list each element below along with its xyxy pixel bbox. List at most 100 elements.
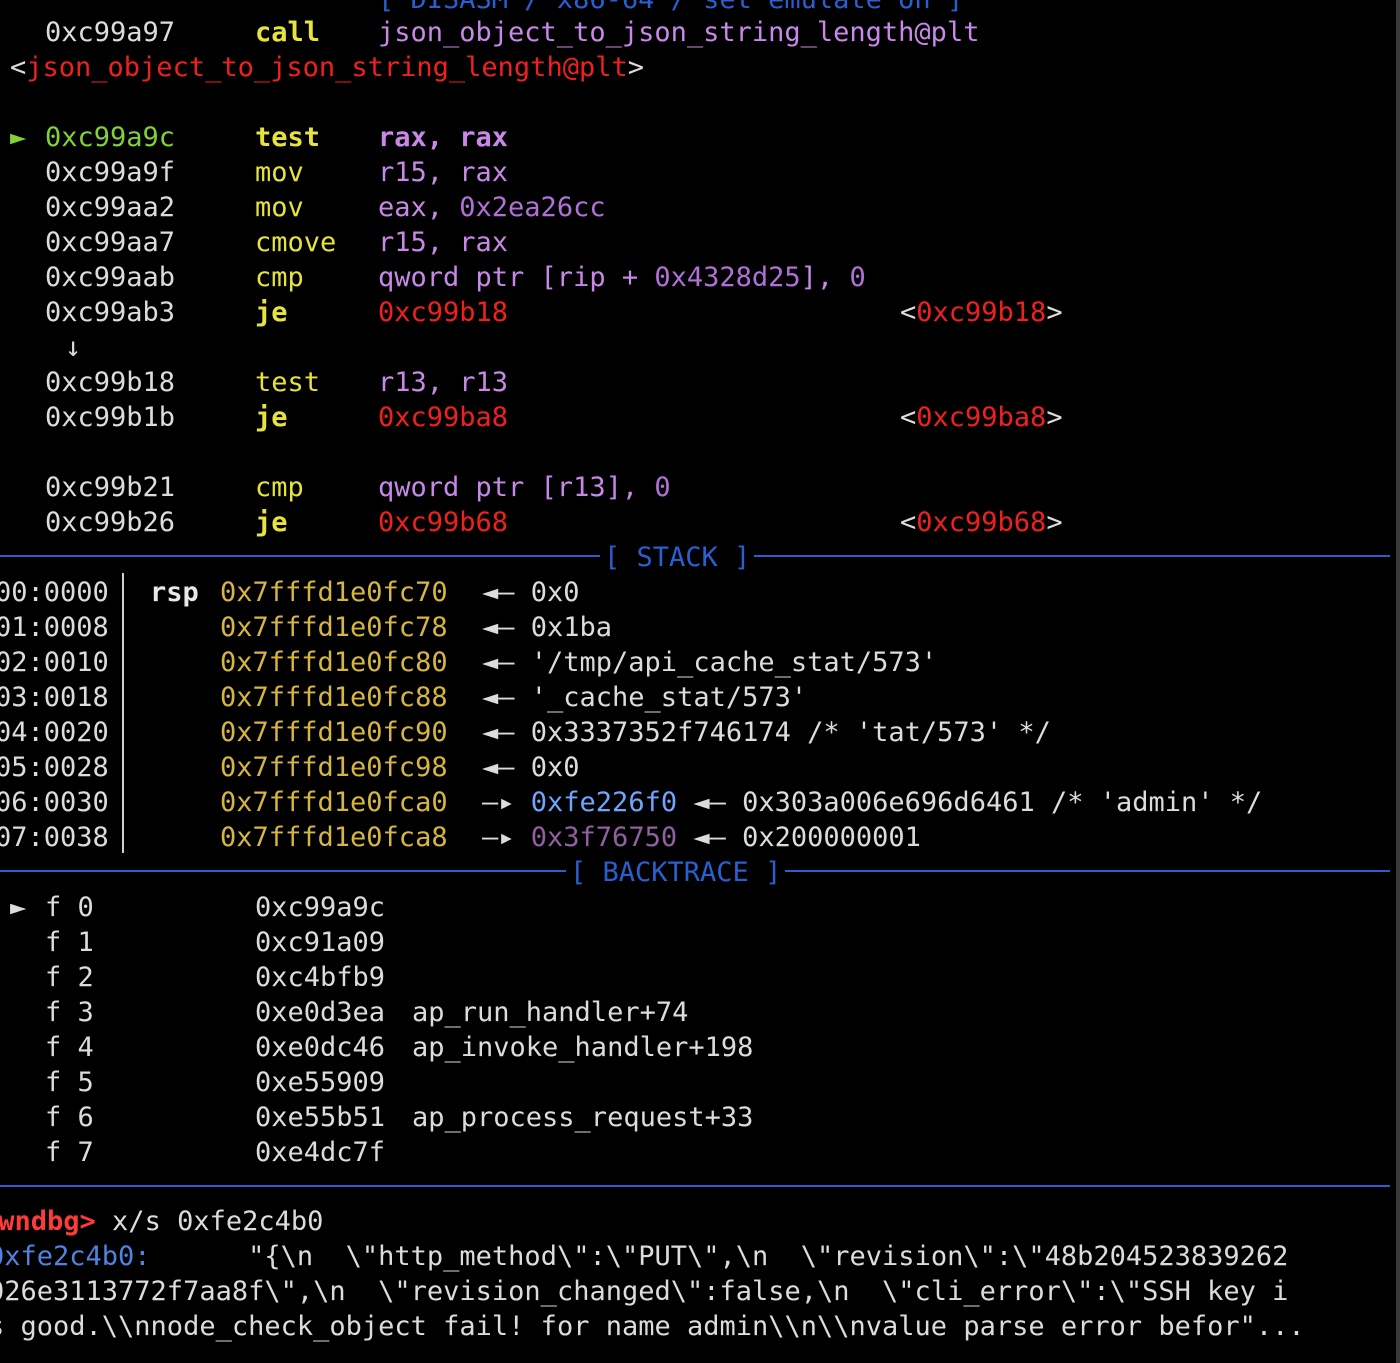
operand-mem-prefix: qword ptr [rip + <box>378 262 655 293</box>
angle-open: < <box>900 402 917 433</box>
backtrace-frame-current[interactable]: ► f 0 0xc99a9c <box>0 890 1390 925</box>
frame-address: 0xc91a09 <box>255 927 386 958</box>
disasm-row[interactable]: 0xc99a9f mov r15, rax <box>0 155 1390 190</box>
frame-address: 0xe55b51 <box>255 1102 386 1133</box>
frame-address: 0xe0d3ea <box>255 997 386 1028</box>
instr-address: 0xc99aa7 <box>45 227 176 258</box>
frame-address: 0xe4dc7f <box>255 1137 386 1168</box>
stack-row[interactable]: 06:0030 0x7fffd1e0fca0 —▸ 0xfe226f0 ◄— 0… <box>0 785 1390 820</box>
frame-symbol: ap_invoke_handler+198 <box>412 1032 754 1063</box>
frame-number: f 1 <box>45 927 94 958</box>
stack-address: 0x7fffd1e0fc98 <box>220 752 448 783</box>
scrollbar[interactable] <box>1396 0 1400 1363</box>
stack-row[interactable]: 07:0038 0x7fffd1e0fca8 —▸ 0x3f76750 ◄— 0… <box>0 820 1390 855</box>
stack-offset: 06:0030 <box>0 787 109 818</box>
instr-mnemonic: je <box>255 507 288 538</box>
console-command[interactable]: x/s 0xfe2c4b0 <box>96 1206 323 1237</box>
console-divider <box>0 1185 1390 1187</box>
disasm-row[interactable]: 0xc99b1b je 0xc99ba8 <0xc99ba8> <box>0 400 1390 435</box>
stack-value: ◄— 0x0 <box>482 752 580 783</box>
frame-address: 0xc99a9c <box>255 892 386 923</box>
disasm-row-current[interactable]: ► 0xc99a9c test rax, rax <box>0 120 1390 155</box>
disasm-row[interactable]: 0xc99aa2 mov eax, 0x2ea26cc <box>0 190 1390 225</box>
operand-register: eax, <box>378 192 460 223</box>
instr-address: 0xc99b18 <box>45 367 176 398</box>
disasm-row[interactable]: 0xc99b26 je 0xc99b68 <0xc99b68> <box>0 505 1390 540</box>
backtrace-frame[interactable]: f 1 0xc91a09 <box>0 925 1390 960</box>
operand-mem: qword ptr [r13], <box>378 472 655 503</box>
stack-address: 0x7fffd1e0fc88 <box>220 682 448 713</box>
angle-open: < <box>10 52 27 83</box>
backtrace-frame[interactable]: f 3 0xe0d3ea ap_run_handler+74 <box>0 995 1390 1030</box>
output-text: "{\n \"http_method\":\"PUT\",\n \"revisi… <box>150 1241 1289 1272</box>
disasm-row[interactable]: 0xc99a97 call json_object_to_json_string… <box>0 15 1390 50</box>
backtrace-frame[interactable]: f 6 0xe55b51 ap_process_request+33 <box>0 1100 1390 1135</box>
stack-value: ◄— 0x0 <box>482 577 580 608</box>
instr-address: 0xc99a9c <box>45 122 176 153</box>
stack-value: —▸ 0x3f76750 ◄— 0x200000001 <box>482 820 921 855</box>
stack-offset: 01:0008 <box>0 612 109 643</box>
instr-mnemonic: je <box>255 402 288 433</box>
operand-immediate: 0x2ea26cc <box>459 192 606 223</box>
disasm-row[interactable]: 0xc99ab3 je 0xc99b18 <0xc99b18> <box>0 295 1390 330</box>
disasm-row[interactable]: 0xc99aab cmp qword ptr [rip + 0x4328d25]… <box>0 260 1390 295</box>
jump-target[interactable]: 0xc99ba8 <box>378 400 508 435</box>
console-command-line[interactable]: pwndbg> x/s 0xfe2c4b0 <box>0 1204 323 1239</box>
disasm-row[interactable]: 0xc99aa7 cmove r15, rax <box>0 225 1390 260</box>
frame-address: 0xe0dc46 <box>255 1032 386 1063</box>
pointer-deref: ◄— 0x303a006e696d6461 /* 'admin' */ <box>677 787 1263 818</box>
disasm-row[interactable]: 0xc99b18 test r13, r13 <box>0 365 1390 400</box>
frame-number: f 0 <box>45 892 94 923</box>
stack-value: ◄— '_cache_stat/573' <box>482 682 808 713</box>
frame-symbol: ap_process_request+33 <box>412 1102 754 1133</box>
stack-row[interactable]: 02:0010 0x7fffd1e0fc80 ◄— '/tmp/api_cach… <box>0 645 1390 680</box>
pointer-target[interactable]: 0x3f76750 <box>531 822 677 853</box>
backtrace-frame[interactable]: f 7 0xe4dc7f <box>0 1135 1390 1170</box>
instr-address: 0xc99b21 <box>45 472 176 503</box>
frame-number: f 6 <box>45 1102 94 1133</box>
console-output-line: s good.\\nnode_check_object fail! for na… <box>0 1311 1305 1342</box>
frame-number: f 3 <box>45 997 94 1028</box>
stack-row[interactable]: 01:0008 0x7fffd1e0fc78 ◄— 0x1ba <box>0 610 1390 645</box>
call-target-line: <json_object_to_json_string_length@plt> <box>10 50 1390 85</box>
console-output-line: 026e3113772f7aa8f\",\n \"revision_change… <box>0 1276 1289 1307</box>
pointer-target[interactable]: 0xfe226f0 <box>531 787 677 818</box>
instr-mnemonic: mov <box>255 192 304 223</box>
stack-row[interactable]: 00:0000 rsp 0x7fffd1e0fc70 ◄— 0x0 <box>0 575 1390 610</box>
instr-address: 0xc99a9f <box>45 157 176 188</box>
jump-target[interactable]: 0xc99b18 <box>378 295 508 330</box>
stack-value: ◄— '/tmp/api_cache_stat/573' <box>482 647 938 678</box>
backtrace-frame[interactable]: f 4 0xe0dc46 ap_invoke_handler+198 <box>0 1030 1390 1065</box>
instr-mnemonic: je <box>255 297 288 328</box>
backtrace-frame[interactable]: f 5 0xe55909 <box>0 1065 1390 1100</box>
current-instruction-marker-icon: ► <box>10 122 27 153</box>
console-output-line: 0xfe2c4b0: "{\n \"http_method\":\"PUT\",… <box>0 1239 1288 1274</box>
instr-mnemonic: cmp <box>255 472 304 503</box>
stack-offset: 05:0028 <box>0 752 109 783</box>
frame-number: f 2 <box>45 962 94 993</box>
backtrace-frame[interactable]: f 2 0xc4bfb9 <box>0 960 1390 995</box>
disasm-row[interactable]: 0xc99b21 cmp qword ptr [r13], 0 <box>0 470 1390 505</box>
jump-target[interactable]: 0xc99b68 <box>378 505 508 540</box>
stack-row[interactable]: 03:0018 0x7fffd1e0fc88 ◄— '_cache_stat/5… <box>0 680 1390 715</box>
jump-annotation: <0xc99b68> <box>900 505 1063 540</box>
instr-address: 0xc99b1b <box>45 402 176 433</box>
stack-offset: 00:0000 <box>0 577 109 608</box>
instr-operand: qword ptr [r13], 0 <box>378 470 671 505</box>
operand-zero: 0 <box>849 262 866 293</box>
stack-row[interactable]: 04:0020 0x7fffd1e0fc90 ◄— 0x3337352f7461… <box>0 715 1390 750</box>
instr-operand: rax, rax <box>378 122 509 153</box>
stack-row[interactable]: 05:0028 0x7fffd1e0fc98 ◄— 0x0 <box>0 750 1390 785</box>
stack-address: 0x7fffd1e0fc90 <box>220 717 448 748</box>
instr-operand: r13, r13 <box>378 367 509 398</box>
jump-annotation-target: 0xc99b68 <box>916 507 1047 538</box>
stack-header: [ STACK ] <box>600 540 755 575</box>
jump-annotation-target: 0xc99ba8 <box>916 402 1047 433</box>
stack-address: 0x7fffd1e0fc80 <box>220 647 448 678</box>
operand-zero: 0 <box>654 472 671 503</box>
frame-address: 0xc4bfb9 <box>255 962 386 993</box>
instr-address: 0xc99ab3 <box>45 297 176 328</box>
angle-open: < <box>900 507 917 538</box>
stack-offset: 07:0038 <box>0 822 109 853</box>
instr-mnemonic: call <box>255 17 321 48</box>
